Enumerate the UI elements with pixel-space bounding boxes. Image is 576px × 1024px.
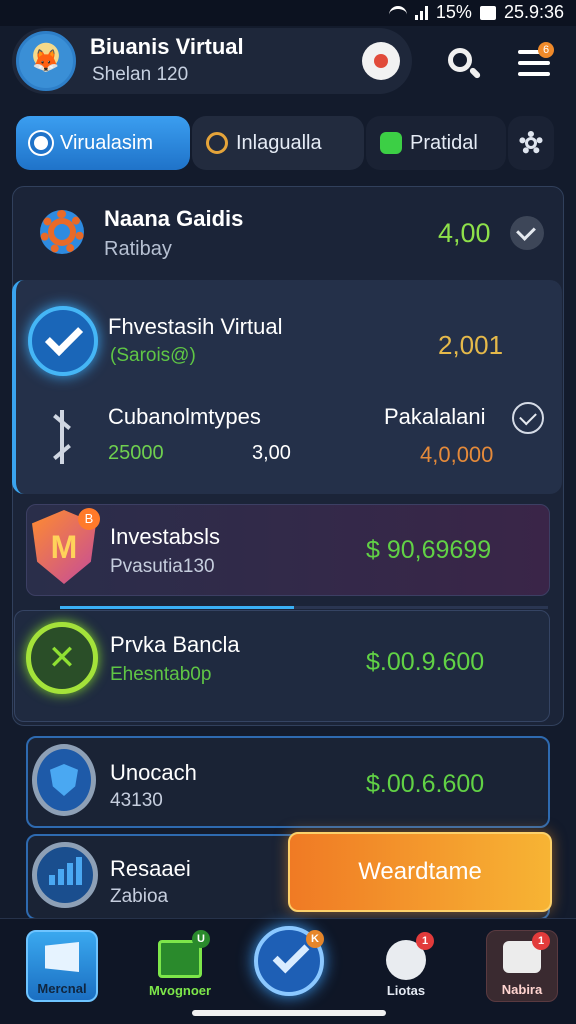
menu-badge: 6 bbox=[538, 42, 554, 58]
card-subtitle: 43130 bbox=[110, 790, 163, 811]
card-subtitle: Pvasutia130 bbox=[110, 556, 215, 577]
card-subtitle: Ehesntab0p bbox=[110, 664, 212, 685]
card-value: $ 90,69699 bbox=[366, 536, 492, 564]
card-title: Resaaei bbox=[110, 856, 191, 881]
nav-badge: 1 bbox=[416, 932, 434, 950]
check-icon bbox=[272, 936, 310, 974]
detail-value-2: 3,00 bbox=[252, 442, 291, 464]
row-title: Naana Gaidis bbox=[104, 206, 244, 231]
nav-badge: K bbox=[306, 930, 324, 948]
card-title: Investabsls bbox=[110, 524, 221, 549]
wifi-icon bbox=[388, 5, 407, 20]
home-indicator[interactable] bbox=[192, 1010, 386, 1016]
search-circle-icon bbox=[30, 132, 52, 154]
battery-icon bbox=[479, 5, 496, 20]
card-value: $.00.6.600 bbox=[366, 770, 485, 798]
nav-mercnal[interactable]: Mercnal bbox=[26, 930, 98, 1002]
check-toggle-icon[interactable] bbox=[510, 216, 544, 250]
nav-label: Mercnal bbox=[37, 981, 87, 996]
app-subtitle: Shelan 120 bbox=[92, 64, 189, 85]
tab-pratidal[interactable]: Pratidal bbox=[366, 116, 506, 170]
clock: 25.9:36 bbox=[503, 2, 564, 22]
gear-icon bbox=[519, 131, 543, 155]
detail-value-1: 25000 bbox=[108, 442, 164, 464]
card-title: Unocach bbox=[110, 760, 197, 785]
shield-icon bbox=[32, 744, 96, 816]
window-icon bbox=[45, 942, 79, 972]
investment-title: Fhvestasih Virtual bbox=[108, 314, 283, 339]
tab-label: Pratidal bbox=[410, 131, 478, 154]
detail-right-label: Pakalalani bbox=[384, 404, 486, 429]
battery-percent: 15% bbox=[435, 2, 472, 22]
nav-badge: U bbox=[192, 930, 210, 948]
progress-bar bbox=[60, 606, 548, 609]
settings-tab[interactable] bbox=[508, 116, 554, 170]
card-title: Prvka Bancla bbox=[110, 632, 240, 657]
row-subtitle: Ratibay bbox=[104, 238, 172, 260]
avatar[interactable]: 🦊 bbox=[16, 31, 76, 91]
card-subtitle: Zabioa bbox=[110, 886, 169, 907]
notification-icon[interactable] bbox=[362, 42, 400, 80]
nav-badge: 1 bbox=[532, 932, 550, 950]
card-badge: B bbox=[78, 508, 100, 530]
bar-chart-icon bbox=[32, 842, 98, 908]
investment-subtitle: (Sarois@) bbox=[110, 345, 196, 366]
progress-fill bbox=[60, 606, 295, 609]
card-value: $.00.9.600 bbox=[366, 648, 485, 676]
tab-virualasim[interactable]: Virualasim bbox=[16, 116, 190, 170]
detail-title: Cubanolmtypes bbox=[108, 404, 261, 429]
tab-inlagualla[interactable]: Inlagualla bbox=[192, 116, 364, 170]
green-badge-icon bbox=[380, 132, 402, 154]
search-icon[interactable] bbox=[440, 40, 488, 88]
signal-icon bbox=[414, 5, 428, 20]
nav-label: Liotas bbox=[386, 983, 426, 998]
detail-value-3: 4,0,000 bbox=[420, 442, 494, 467]
cog-icon bbox=[40, 210, 84, 254]
check-circle-icon bbox=[28, 306, 98, 376]
nav-label: Nabira bbox=[501, 982, 543, 997]
tab-label: Virualasim bbox=[60, 131, 153, 154]
status-indicators: 15% 25.9:36 bbox=[388, 2, 564, 23]
bluetooth-icon bbox=[46, 410, 78, 464]
investment-value: 2,001 bbox=[438, 330, 504, 360]
tools-icon: ✕ bbox=[26, 622, 98, 694]
profile-header[interactable]: 🦊 Biuanis Virtual Shelan 120 bbox=[12, 28, 412, 94]
check-circle-icon[interactable] bbox=[512, 402, 544, 434]
tab-label: Inlagualla bbox=[236, 131, 322, 154]
app-title: Biuanis Virtual bbox=[90, 34, 244, 59]
primary-action-button[interactable]: Weardtame bbox=[288, 832, 552, 912]
magnifier-icon bbox=[206, 132, 228, 154]
row-value: 4,00 bbox=[438, 218, 491, 248]
nav-label: Mvognoer bbox=[148, 983, 212, 998]
